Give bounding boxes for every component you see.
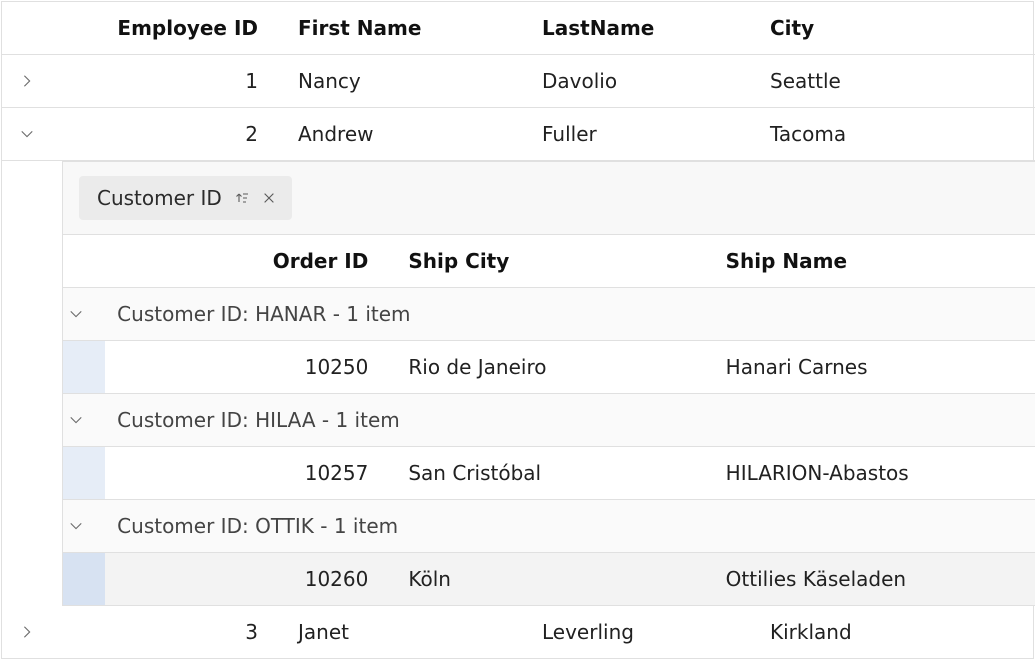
group-caption: Customer ID: HANAR - 1 item: [105, 288, 1035, 341]
group-indent-cell: [63, 447, 105, 500]
col-ship-city[interactable]: Ship City: [396, 235, 713, 288]
detail-data-row[interactable]: 10257 San Cristóbal HILARION-Abastos: [63, 447, 1035, 500]
group-header-row[interactable]: Customer ID: OTTIK - 1 item: [63, 500, 1035, 553]
cell-ship-name: Ottilies Käseladen: [714, 553, 1035, 606]
cell-city: Kirkland: [758, 606, 1035, 658]
group-caption: Customer ID: HILAA - 1 item: [105, 394, 1035, 447]
group-caption: Customer ID: OTTIK - 1 item: [105, 500, 1035, 553]
group-caption-suffix: - 1 item: [316, 408, 400, 432]
col-employee-id[interactable]: Employee ID: [62, 2, 286, 55]
cell-ship-city: Rio de Janeiro: [396, 341, 713, 394]
detail-expand-col-header: [63, 235, 105, 288]
group-indent-cell: [63, 341, 105, 394]
cell-ship-city: Köln: [396, 553, 713, 606]
master-row[interactable]: 3 Janet Leverling Kirkland: [2, 606, 1035, 658]
cell-employee-id: 2: [62, 108, 286, 161]
detail-data-row[interactable]: 10250 Rio de Janeiro Hanari Carnes: [63, 341, 1035, 394]
group-header-row[interactable]: Customer ID: HILAA - 1 item: [63, 394, 1035, 447]
cell-employee-id: 3: [62, 606, 286, 658]
expand-toggle[interactable]: [2, 55, 62, 108]
group-caption-suffix: - 1 item: [326, 302, 410, 326]
master-header-row: Employee ID First Name LastName City: [2, 2, 1035, 55]
cell-order-id: 10257: [105, 447, 396, 500]
group-caption-key: HILAA: [255, 408, 315, 432]
expand-col-header: [2, 2, 62, 55]
cell-first-name: Nancy: [286, 55, 530, 108]
group-chip-label: Customer ID: [97, 186, 222, 210]
cell-city: Tacoma: [758, 108, 1035, 161]
cell-last-name: Davolio: [530, 55, 758, 108]
col-order-id[interactable]: Order ID: [105, 235, 396, 288]
cell-city: Seattle: [758, 55, 1035, 108]
chevron-down-icon: [69, 307, 83, 321]
group-drop-area[interactable]: Customer ID: [63, 162, 1035, 235]
group-chip-customer-id[interactable]: Customer ID: [79, 176, 292, 220]
cell-order-id: 10250: [105, 341, 396, 394]
chevron-down-icon: [69, 413, 83, 427]
group-caption-key: OTTIK: [255, 514, 314, 538]
chevron-down-icon: [20, 127, 34, 141]
master-row[interactable]: 2 Andrew Fuller Tacoma: [2, 108, 1035, 161]
group-caption-prefix: Customer ID:: [117, 302, 255, 326]
cell-order-id: 10260: [105, 553, 396, 606]
group-caption-prefix: Customer ID:: [117, 408, 255, 432]
cell-last-name: Leverling: [530, 606, 758, 658]
cell-first-name: Janet: [286, 606, 530, 658]
col-city[interactable]: City: [758, 2, 1035, 55]
detail-row-container: Customer ID: [2, 161, 1035, 607]
chevron-right-icon: [20, 625, 34, 639]
col-ship-name[interactable]: Ship Name: [714, 235, 1035, 288]
group-toggle[interactable]: [63, 394, 105, 447]
group-caption-suffix: - 1 item: [314, 514, 398, 538]
group-caption-prefix: Customer ID:: [117, 514, 255, 538]
master-grid: Employee ID First Name LastName City 1 N…: [1, 1, 1034, 659]
cell-ship-name: Hanari Carnes: [714, 341, 1035, 394]
expand-toggle[interactable]: [2, 606, 62, 658]
expand-toggle[interactable]: [2, 108, 62, 161]
col-last-name[interactable]: LastName: [530, 2, 758, 55]
cell-first-name: Andrew: [286, 108, 530, 161]
cell-ship-name: HILARION-Abastos: [714, 447, 1035, 500]
cell-employee-id: 1: [62, 55, 286, 108]
sort-ascending-icon[interactable]: [234, 190, 250, 206]
chevron-down-icon: [69, 519, 83, 533]
detail-data-row[interactable]: 10260 Köln Ottilies Käseladen: [63, 553, 1035, 606]
cell-last-name: Fuller: [530, 108, 758, 161]
chevron-right-icon: [20, 74, 34, 88]
group-toggle[interactable]: [63, 500, 105, 553]
group-indent-cell: [63, 553, 105, 606]
master-row[interactable]: 1 Nancy Davolio Seattle: [2, 55, 1035, 108]
col-first-name[interactable]: First Name: [286, 2, 530, 55]
detail-grid: Customer ID: [62, 161, 1035, 606]
group-header-row[interactable]: Customer ID: HANAR - 1 item: [63, 288, 1035, 341]
detail-header-row: Order ID Ship City Ship Name: [63, 235, 1035, 288]
group-toggle[interactable]: [63, 288, 105, 341]
cell-ship-city: San Cristóbal: [396, 447, 713, 500]
close-icon[interactable]: [262, 191, 276, 205]
group-caption-key: HANAR: [255, 302, 326, 326]
